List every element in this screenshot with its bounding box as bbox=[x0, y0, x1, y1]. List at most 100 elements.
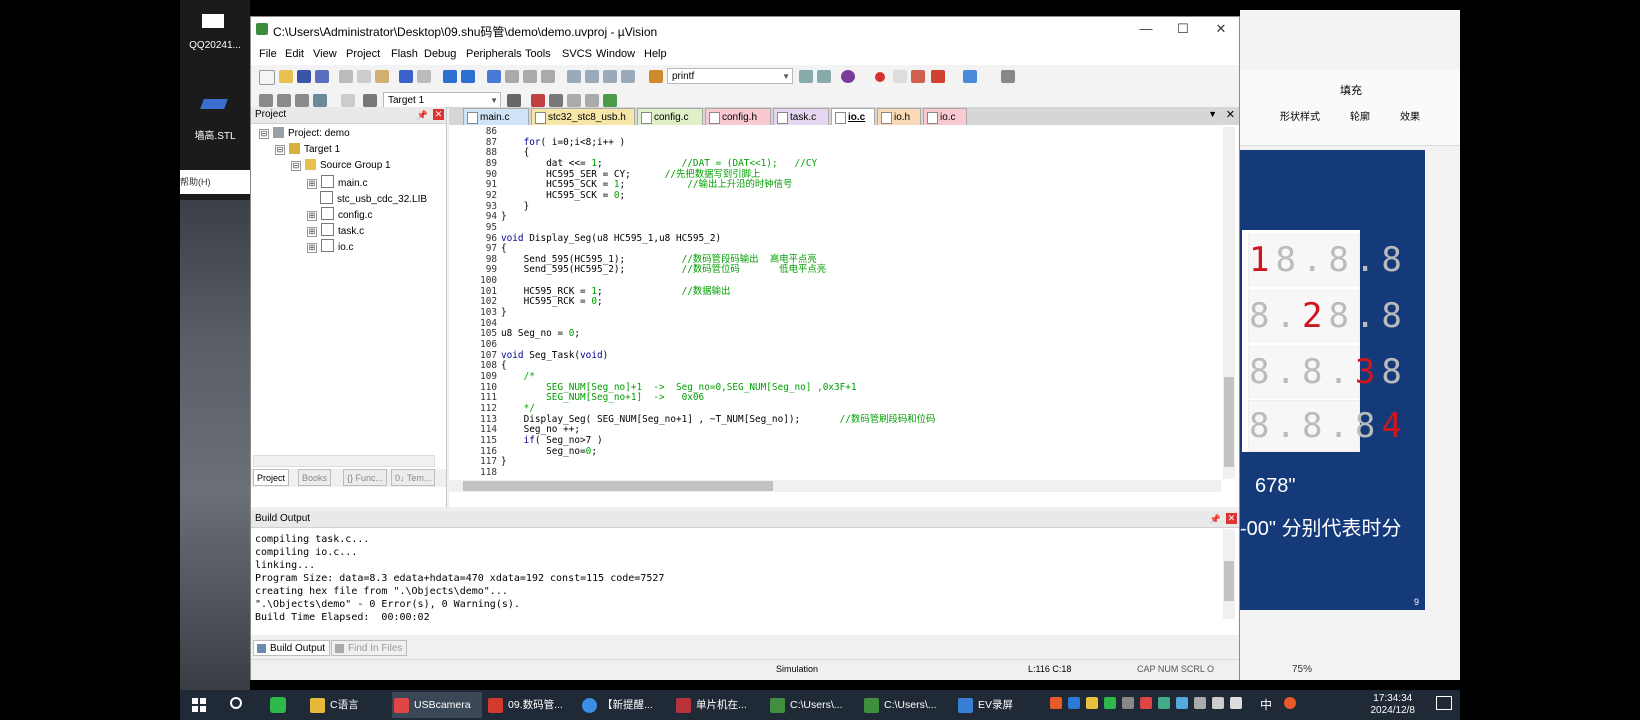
copy-icon[interactable] bbox=[357, 70, 371, 83]
zoom-level[interactable]: 75% bbox=[1292, 664, 1312, 675]
taskbar-item[interactable]: C语言 bbox=[308, 692, 388, 718]
tray-app-icon[interactable] bbox=[1122, 697, 1134, 709]
clock[interactable]: 17:34:34 2024/12/8 bbox=[1371, 693, 1416, 717]
tree-item-source-group[interactable]: ⊟ Source Group 1 bbox=[291, 159, 391, 171]
taskbar-item[interactable]: 【新提醒... bbox=[580, 692, 670, 718]
next-bookmark-icon[interactable] bbox=[523, 70, 537, 83]
expand-icon[interactable]: ⊞ bbox=[307, 243, 317, 253]
find-icon[interactable] bbox=[799, 70, 813, 83]
expand-icon[interactable]: ⊞ bbox=[307, 227, 317, 237]
undo-icon[interactable] bbox=[399, 70, 413, 83]
taskbar-item-active[interactable]: USBcamera bbox=[392, 692, 482, 718]
tray-battery-icon[interactable] bbox=[1194, 697, 1206, 709]
pack-installer-icon[interactable] bbox=[603, 94, 617, 107]
menu-flash[interactable]: Flash bbox=[391, 48, 418, 60]
menu-help[interactable]: Help bbox=[644, 48, 667, 60]
menu-peripherals[interactable]: Peripherals bbox=[466, 48, 522, 60]
tray-wechat-icon[interactable] bbox=[1104, 697, 1116, 709]
open-folder-icon[interactable] bbox=[279, 70, 293, 83]
tree-item-lib[interactable]: stc_usb_cdc_32.LIB bbox=[320, 191, 427, 205]
tree-item-project[interactable]: ⊟ Project: demo bbox=[259, 127, 350, 139]
find-in-files-icon[interactable] bbox=[649, 70, 663, 83]
file-tab[interactable]: config.h bbox=[705, 108, 771, 125]
maximize-button[interactable]: ☐ bbox=[1168, 21, 1198, 41]
menu-tools[interactable]: Tools bbox=[525, 48, 551, 60]
code-line[interactable]: } bbox=[501, 211, 507, 223]
code-line[interactable]: } bbox=[501, 307, 507, 319]
scroll-thumb[interactable] bbox=[1224, 377, 1234, 467]
target-options-icon[interactable] bbox=[507, 94, 521, 107]
menu-edit[interactable]: Edit bbox=[285, 48, 304, 60]
tab-books[interactable]: Books bbox=[298, 469, 332, 486]
project-hscrollbar[interactable] bbox=[253, 455, 435, 467]
file-tab[interactable]: config.c bbox=[637, 108, 703, 125]
scroll-thumb[interactable] bbox=[1224, 561, 1234, 601]
tray-app-icon[interactable] bbox=[1050, 697, 1062, 709]
tab-list-chevron-icon[interactable]: ▼ bbox=[1208, 109, 1217, 119]
window-layout-icon[interactable] bbox=[963, 70, 977, 83]
collapse-icon[interactable]: ⊟ bbox=[275, 145, 285, 155]
tray-app-icon[interactable] bbox=[1140, 697, 1152, 709]
code-line[interactable]: u8 Seg_no = 0; bbox=[501, 329, 580, 340]
close-button[interactable]: ✕ bbox=[1206, 21, 1236, 41]
menu-view[interactable]: View bbox=[313, 48, 337, 60]
build-vscrollbar[interactable] bbox=[1223, 529, 1235, 619]
disable-breakpoint-icon[interactable] bbox=[893, 70, 907, 83]
ribbon-effect[interactable]: 效果 bbox=[1400, 108, 1420, 123]
file-tab-active[interactable]: io.c bbox=[831, 108, 875, 125]
stop-build-icon[interactable] bbox=[341, 94, 355, 107]
collapse-icon[interactable]: ⊟ bbox=[259, 129, 269, 139]
search-icon[interactable] bbox=[230, 697, 242, 709]
help-menu-label[interactable]: 帮助(H) bbox=[180, 170, 250, 194]
collapse-icon[interactable]: ⊟ bbox=[291, 161, 301, 171]
code-line[interactable]: Seg_no=0; bbox=[501, 446, 597, 458]
tree-item-main-c[interactable]: ⊞ main.c bbox=[307, 175, 367, 189]
breakpoint-icon[interactable] bbox=[875, 72, 885, 82]
rebuild-icon[interactable] bbox=[295, 94, 309, 107]
tray-volume-icon[interactable] bbox=[1230, 697, 1242, 709]
pin-icon[interactable]: 📌 bbox=[1210, 511, 1221, 527]
taskbar-item[interactable]: 09.数码管... bbox=[486, 692, 576, 718]
batch-build-icon[interactable] bbox=[313, 94, 327, 107]
indent-icon[interactable] bbox=[567, 70, 581, 83]
close-tab-icon[interactable]: ✕ bbox=[1226, 108, 1235, 121]
build-icon[interactable] bbox=[277, 94, 291, 107]
tab-project[interactable]: Project bbox=[253, 469, 290, 486]
unindent-icon[interactable] bbox=[585, 70, 599, 83]
manage-rte-icon[interactable] bbox=[585, 94, 599, 107]
target-select[interactable]: Target 1 ▼ bbox=[383, 92, 501, 108]
code-line[interactable]: } bbox=[501, 456, 507, 468]
save-icon[interactable] bbox=[297, 70, 311, 83]
tray-app-icon[interactable] bbox=[1158, 697, 1170, 709]
taskbar-item[interactable]: C:\Users\... bbox=[768, 692, 858, 718]
kill-breakpoints-icon[interactable] bbox=[911, 70, 925, 83]
menu-window[interactable]: Window bbox=[596, 48, 635, 60]
desktop-icon-stl[interactable]: 墙高.STL bbox=[190, 95, 240, 142]
save-all-icon[interactable] bbox=[315, 70, 329, 83]
tab-functions[interactable]: {} Func... bbox=[343, 469, 388, 486]
taskbar-item[interactable]: C:\Users\... bbox=[862, 692, 952, 718]
menu-project[interactable]: Project bbox=[346, 48, 380, 60]
file-tab[interactable]: main.c bbox=[463, 108, 529, 125]
tree-item-config-c[interactable]: ⊞ config.c bbox=[307, 207, 372, 221]
desktop-icon-qq[interactable]: QQ20241... bbox=[189, 8, 241, 51]
translate-icon[interactable] bbox=[259, 94, 273, 107]
file-tab[interactable]: io.h bbox=[877, 108, 921, 125]
bookmark-icon[interactable] bbox=[487, 70, 501, 83]
ime-indicator[interactable]: 中 bbox=[1260, 696, 1272, 713]
tree-item-task-c[interactable]: ⊞ task.c bbox=[307, 223, 364, 237]
uncomment-icon[interactable] bbox=[621, 70, 635, 83]
file-tab[interactable]: task.c bbox=[773, 108, 829, 125]
menu-svcs[interactable]: SVCS bbox=[562, 48, 592, 60]
minimize-button[interactable]: — bbox=[1131, 21, 1161, 41]
tree-item-target[interactable]: ⊟ Target 1 bbox=[275, 143, 340, 155]
paste-icon[interactable] bbox=[375, 70, 389, 83]
wechat-icon[interactable] bbox=[270, 697, 286, 713]
tab-find-in-files[interactable]: Find In Files bbox=[331, 640, 408, 656]
ribbon-shape-style[interactable]: 形状样式 bbox=[1280, 108, 1320, 123]
find-combo[interactable]: printf ▼ bbox=[667, 68, 793, 84]
tray-bluetooth-icon[interactable] bbox=[1176, 697, 1188, 709]
navigate-back-icon[interactable] bbox=[443, 70, 457, 83]
manage-project-icon[interactable] bbox=[531, 94, 545, 107]
tree-item-io-c[interactable]: ⊞ io.c bbox=[307, 239, 354, 253]
